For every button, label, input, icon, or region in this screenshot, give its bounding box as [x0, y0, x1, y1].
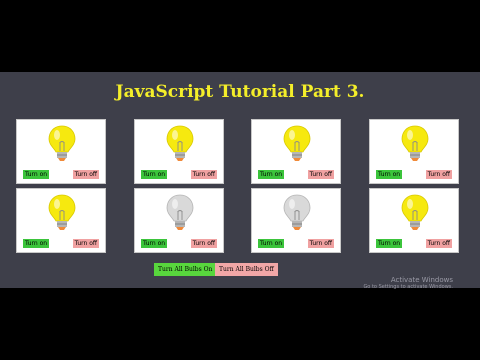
- bulb-card: Turn on Turn off: [369, 188, 459, 253]
- turn-off-button[interactable]: Turn off: [190, 170, 217, 179]
- bulb-card: Turn on Turn off: [251, 188, 341, 253]
- page-title: JavaScript Tutorial Part 3.: [115, 82, 365, 102]
- turn-on-button[interactable]: Turn on: [258, 239, 285, 248]
- turn-on-button[interactable]: Turn on: [376, 239, 403, 248]
- turn-on-button[interactable]: Turn on: [23, 239, 50, 248]
- turn-on-button[interactable]: Turn on: [141, 170, 168, 179]
- bulb-card: Turn on Turn off: [134, 119, 224, 184]
- lightbulb-icon: [48, 125, 76, 161]
- turn-off-button[interactable]: Turn off: [190, 239, 217, 248]
- turn-all-off-button[interactable]: Turn All Bulbs Off: [215, 263, 278, 276]
- turn-on-button[interactable]: Turn on: [258, 170, 285, 179]
- lightbulb-icon: [283, 194, 311, 230]
- activate-windows-subtitle: Go to Settings to activate Windows.: [363, 284, 453, 290]
- turn-on-button[interactable]: Turn on: [23, 170, 50, 179]
- bulb-card: Turn on Turn off: [16, 119, 106, 184]
- turn-off-button[interactable]: Turn off: [72, 170, 99, 179]
- turn-off-button[interactable]: Turn off: [307, 170, 334, 179]
- lightbulb-icon: [401, 125, 429, 161]
- turn-off-button[interactable]: Turn off: [72, 239, 99, 248]
- lightbulb-icon: [48, 194, 76, 230]
- turn-off-button[interactable]: Turn off: [425, 170, 452, 179]
- activate-windows-title: Activate Windows: [390, 276, 453, 284]
- turn-on-button[interactable]: Turn on: [141, 239, 168, 248]
- turn-on-button[interactable]: Turn on: [376, 170, 403, 179]
- bulb-card: Turn on Turn off: [134, 188, 224, 253]
- lightbulb-icon: [401, 194, 429, 230]
- lightbulb-icon: [166, 125, 194, 161]
- bulb-card: Turn on Turn off: [369, 119, 459, 184]
- turn-all-on-button[interactable]: Turn All Bulbs On: [154, 263, 217, 276]
- lightbulb-icon: [283, 125, 311, 161]
- turn-off-button[interactable]: Turn off: [425, 239, 452, 248]
- lightbulb-icon: [166, 194, 194, 230]
- bulb-card: Turn on Turn off: [16, 188, 106, 253]
- app-area: JavaScript Tutorial Part 3. Turn on Turn …: [0, 72, 480, 290]
- turn-off-button[interactable]: Turn off: [307, 239, 334, 248]
- bulb-card: Turn on Turn off: [251, 119, 341, 184]
